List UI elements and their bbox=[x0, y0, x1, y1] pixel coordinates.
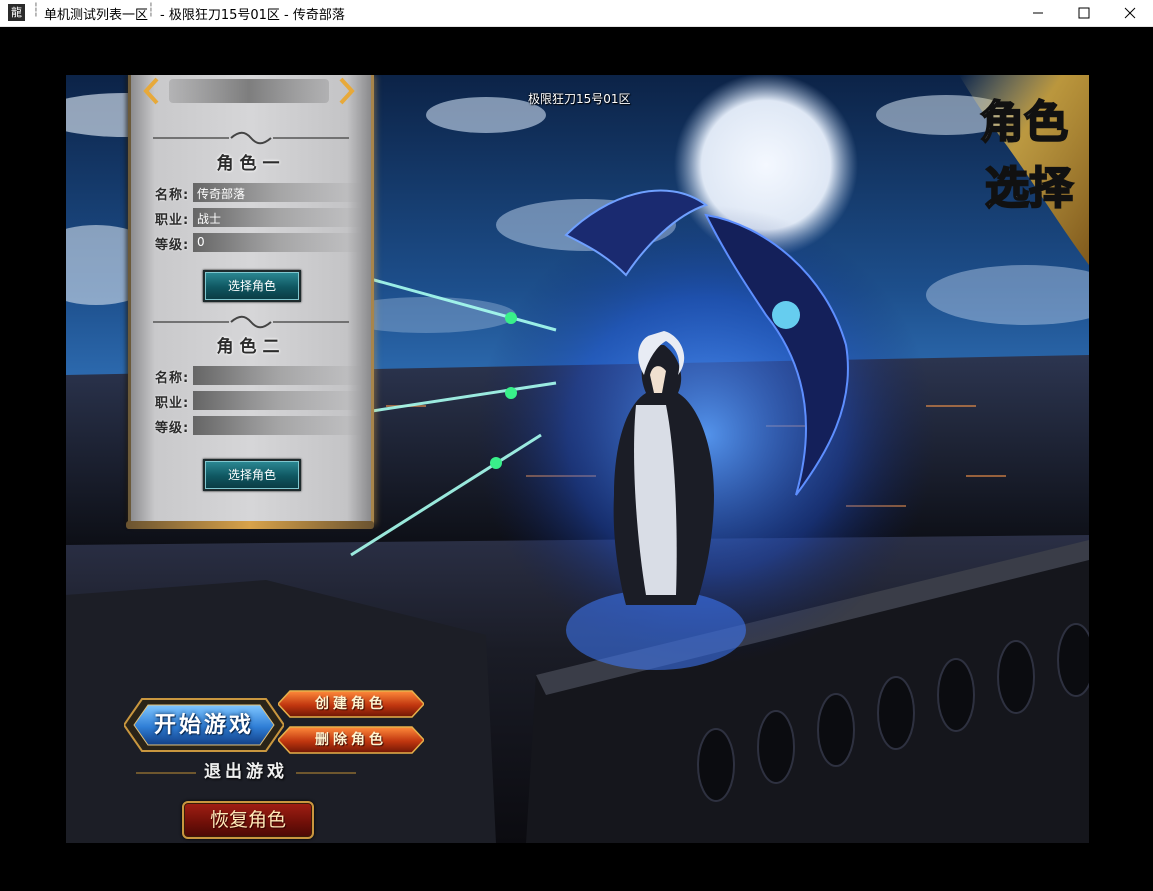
role1-job-key: 职业: bbox=[155, 213, 190, 228]
app-icon[interactable]: 龍 bbox=[8, 4, 25, 21]
role2-job-key: 职业: bbox=[155, 396, 190, 411]
exit-game-label: 退出游戏 bbox=[204, 762, 288, 782]
maximize-button[interactable] bbox=[1061, 0, 1107, 26]
role1-title: 角色一 bbox=[216, 154, 286, 174]
role1-level-key: 等级: bbox=[155, 238, 190, 253]
character-select-logo: 角色 选择 bbox=[959, 75, 1089, 265]
maximize-icon bbox=[1078, 7, 1090, 19]
prev-server-arrow-icon[interactable] bbox=[143, 77, 161, 105]
role2-name-row: 名称: bbox=[155, 366, 365, 386]
divider-ornament bbox=[153, 131, 349, 145]
server-name-bar bbox=[169, 79, 329, 103]
role1-level-value: 0 bbox=[197, 235, 205, 249]
start-game-label: 开始游戏 bbox=[153, 712, 254, 738]
delete-role-button[interactable]: 删除角色 bbox=[278, 726, 424, 754]
role1-job-row: 职业: 战士 bbox=[155, 208, 365, 228]
restore-role-button[interactable]: 恢复角色 bbox=[182, 801, 314, 839]
role2-name-key: 名称: bbox=[155, 371, 190, 386]
minimize-button[interactable] bbox=[1015, 0, 1061, 26]
close-icon bbox=[1124, 7, 1136, 19]
role1-name-row: 名称: 传奇部落 bbox=[155, 183, 365, 203]
window-title-zone: - 极限狂刀15号01区 - 传奇部落 bbox=[160, 8, 345, 23]
title-separator: ┆ bbox=[147, 3, 155, 18]
zone-label: 极限狂刀15号01区 bbox=[528, 92, 631, 106]
role1-name-key: 名称: bbox=[155, 188, 190, 203]
value-background bbox=[193, 233, 363, 252]
role2-title: 角色二 bbox=[216, 337, 286, 357]
restore-role-label: 恢复角色 bbox=[209, 809, 286, 831]
value-background bbox=[193, 366, 363, 385]
minimize-icon bbox=[1033, 12, 1043, 14]
game-viewport: 极限狂刀15号01区 角色 选择 角色一 名称: 传奇部落 职业: 战士 等级:… bbox=[66, 75, 1089, 843]
value-background bbox=[193, 416, 363, 435]
role2-job-row: 职业: bbox=[155, 391, 365, 411]
role1-job-value: 战士 bbox=[197, 212, 222, 226]
role1-select-button[interactable]: 选择角色 bbox=[203, 270, 301, 302]
create-role-button[interactable]: 创建角色 bbox=[278, 690, 424, 718]
role2-select-button[interactable]: 选择角色 bbox=[203, 459, 301, 491]
role1-name-value: 传奇部落 bbox=[197, 187, 246, 201]
window-title-server-list: 单机测试列表一区 bbox=[44, 8, 149, 23]
start-game-button[interactable]: 开始游戏 bbox=[124, 693, 284, 757]
role2-level-key: 等级: bbox=[155, 421, 190, 436]
role1-level-row: 等级: 0 bbox=[155, 233, 365, 253]
delete-role-label: 删除角色 bbox=[315, 732, 387, 748]
logo-text-line1: 角色 bbox=[980, 97, 1068, 148]
role2-level-row: 等级: bbox=[155, 416, 365, 436]
window-title-bar: 龍 ┆ 单机测试列表一区 ┆ - 极限狂刀15号01区 - 传奇部落 bbox=[0, 0, 1153, 27]
divider-ornament bbox=[153, 315, 349, 329]
create-role-label: 创建角色 bbox=[315, 696, 387, 712]
value-background bbox=[193, 391, 363, 410]
title-separator: ┆ bbox=[32, 3, 40, 18]
next-server-arrow-icon[interactable] bbox=[337, 77, 355, 105]
close-button[interactable] bbox=[1107, 0, 1153, 26]
panel-bottom-trim bbox=[126, 521, 374, 529]
logo-text-line2: 选择 bbox=[985, 163, 1074, 214]
exit-game-button[interactable]: 退出游戏 bbox=[136, 760, 356, 786]
character-panel: 角色一 名称: 传奇部落 职业: 战士 等级: 0 选择角色 角色二 名称: 职… bbox=[128, 75, 374, 525]
